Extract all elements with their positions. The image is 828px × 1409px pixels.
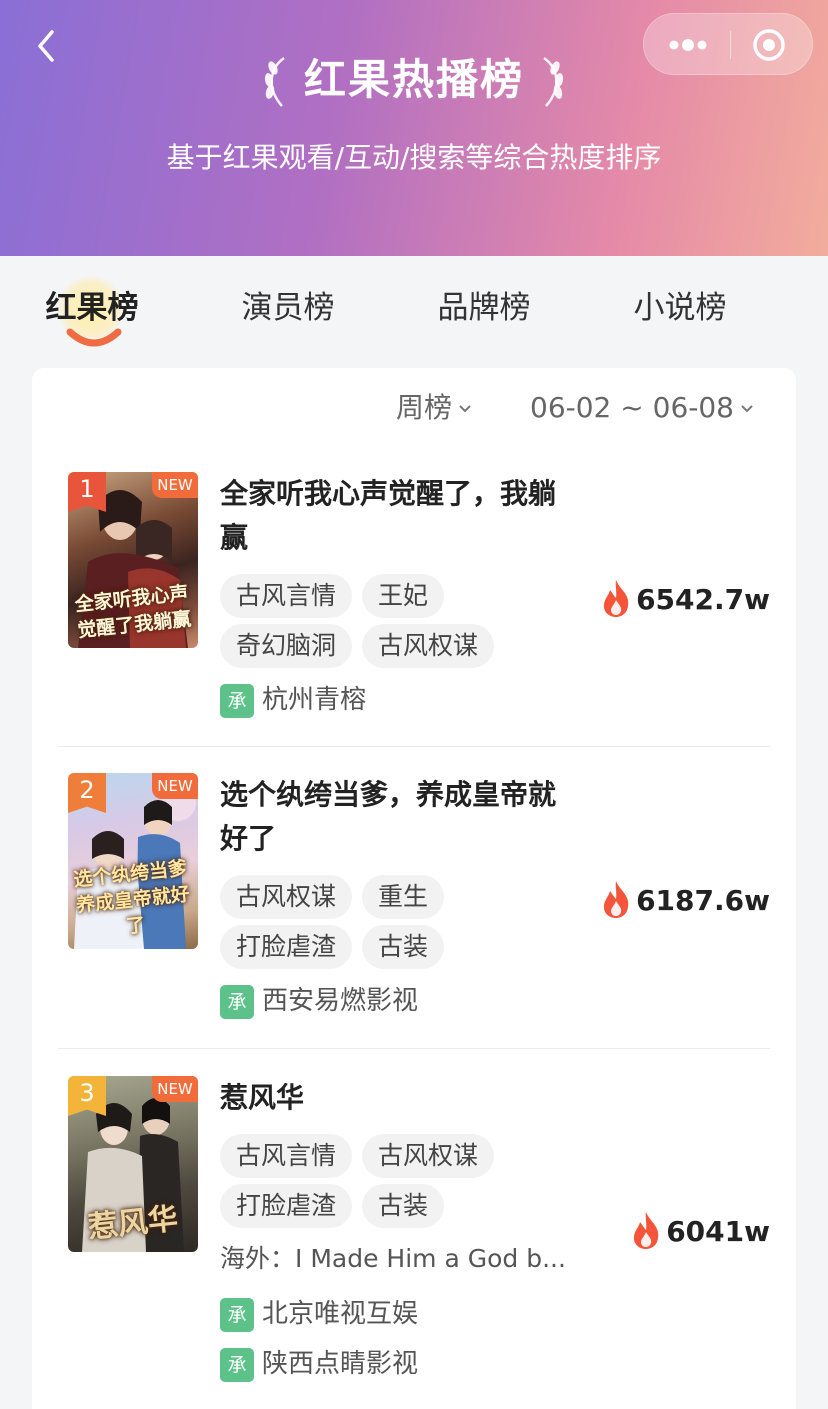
drama-poster[interactable]: 全家听我心声觉醒了我躺赢 1 NEW [68, 472, 198, 648]
tag-row: 打脸虐渣 古装 [220, 925, 454, 969]
ranking-item-3[interactable]: 惹风华 3 NEW 惹风华 古风言情 古风权谋 打脸虐渣 古装 海外：I Made … [58, 1076, 770, 1382]
active-tab-indicator [66, 328, 122, 347]
laurel-right-icon [543, 56, 564, 107]
tag[interactable]: 重生 [362, 875, 445, 919]
tag-row: 打脸虐渣 古装 [220, 1184, 454, 1228]
item-divider [58, 746, 770, 747]
producer-name: 北京唯视互娱 [262, 1299, 419, 1329]
chevron-down-icon [459, 405, 471, 413]
tag[interactable]: 古装 [362, 1184, 445, 1228]
drama-title[interactable]: 全家听我心声觉醒了，我躺赢 [220, 472, 580, 560]
ranking-item-1[interactable]: 全家听我心声觉醒了我躺赢 1 NEW 全家听我心声觉醒了，我躺赢 古风言情 王妃 … [58, 472, 770, 742]
heat-number: 6041w [666, 1215, 770, 1248]
poster-caption: 选个纨绔当爹养成皇帝就好了 [72, 857, 191, 938]
item-divider [58, 1048, 770, 1049]
tag[interactable]: 古风权谋 [362, 624, 495, 668]
ranking-item-2[interactable]: 选个纨绔当爹养成皇帝就好了 2 NEW 选个纨绔当爹，养成皇帝就好了 古风权谋重… [58, 773, 770, 1043]
producer-name: 杭州青榕 [262, 685, 367, 715]
period-label: 周榜 [396, 391, 453, 424]
producer-mark-icon: 承 [220, 1297, 254, 1332]
producer-mark-icon: 承 [220, 1347, 254, 1382]
ranking-tabs: 红果榜 演员榜 品牌榜 小说榜 [0, 256, 828, 356]
laurel-left-icon [264, 56, 285, 107]
page-title: 红果热播榜 [303, 55, 524, 104]
tab-brands[interactable]: 品牌榜 [414, 284, 554, 332]
tag[interactable]: 古风言情 [220, 1134, 353, 1178]
tag-row: 古风言情 王妃 [220, 574, 454, 618]
tag[interactable]: 打脸虐渣 [220, 1184, 353, 1228]
producer: 承杭州青榕 [220, 682, 366, 718]
tag[interactable]: 古装 [362, 925, 445, 969]
new-badge: NEW [152, 1076, 198, 1102]
producer-mark-icon: 承 [220, 984, 254, 1019]
page-header: 红果热播榜 基于红果观看/互动/搜索等综合热度排序 [0, 0, 828, 256]
tag-row: 奇幻脑洞 古风权谋 [220, 624, 504, 668]
producer: 承陕西点睛影视 [220, 1346, 418, 1382]
ranking-card: 周榜 06-02 ~ 06-08 全家听我心声觉醒了我躺赢 1 NEW 全家听我… [32, 368, 796, 1409]
producer: 承西安易燃影视 [220, 983, 418, 1019]
overseas-title: 海外：I Made Him a God b... [220, 1244, 566, 1273]
heat-value: 6041w [630, 1210, 770, 1254]
drama-title[interactable]: 选个纨绔当爹，养成皇帝就好了 [220, 773, 580, 861]
tag[interactable]: 王妃 [362, 574, 445, 618]
new-badge: NEW [152, 773, 198, 799]
title-block: 红果热播榜 [0, 48, 828, 112]
tag[interactable]: 古风权谋 [220, 875, 353, 919]
tab-novels[interactable]: 小说榜 [610, 284, 750, 332]
date-range-label: 06-02 ~ 06-08 [530, 391, 734, 424]
heat-value: 6542.7w [600, 578, 770, 622]
date-range-dropdown[interactable]: 06-02 ~ 06-08 [530, 388, 754, 428]
tag[interactable]: 古风权谋 [362, 1134, 495, 1178]
tag-row: 古风权谋 重生 [220, 875, 454, 919]
producer: 承北京唯视互娱 [220, 1296, 418, 1332]
flame-icon [603, 881, 629, 918]
drama-poster[interactable]: 惹风华 3 NEW [68, 1076, 198, 1252]
drama-poster[interactable]: 选个纨绔当爹养成皇帝就好了 2 NEW [68, 773, 198, 949]
heat-number: 6542.7w [636, 583, 770, 616]
flame-icon [634, 1212, 659, 1249]
chevron-down-icon [741, 405, 753, 413]
producer-mark-icon: 承 [220, 683, 254, 718]
period-dropdown[interactable]: 周榜 [396, 388, 472, 428]
tag-row: 古风言情 古风权谋 [220, 1134, 504, 1178]
tag[interactable]: 打脸虐渣 [220, 925, 353, 969]
tag[interactable]: 古风言情 [220, 574, 353, 618]
heat-number: 6187.6w [636, 884, 770, 917]
tab-actors[interactable]: 演员榜 [218, 284, 358, 332]
tag[interactable]: 奇幻脑洞 [220, 624, 353, 668]
drama-title[interactable]: 惹风华 [220, 1076, 580, 1120]
page-subtitle: 基于红果观看/互动/搜索等综合热度排序 [166, 141, 662, 174]
producer-name: 陕西点睛影视 [262, 1349, 419, 1379]
new-badge: NEW [152, 472, 198, 498]
flame-icon [603, 580, 629, 617]
tab-hongguo[interactable]: 红果榜 [22, 284, 162, 332]
producer-name: 西安易燃影视 [262, 986, 419, 1016]
heat-value: 6187.6w [600, 879, 770, 923]
